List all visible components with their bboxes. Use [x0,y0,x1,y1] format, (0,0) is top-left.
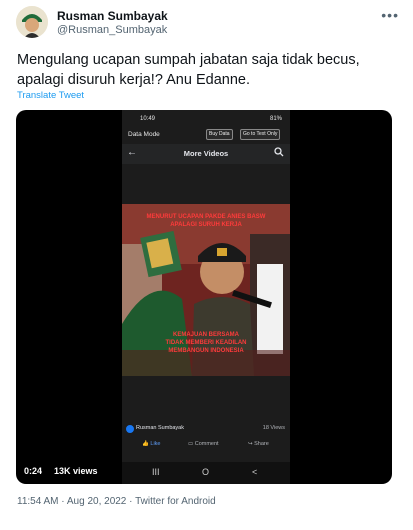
tweet-time[interactable]: 11:54 AM [17,496,59,507]
video-player[interactable]: 10:49 81% Data Mode Buy Data Go to Text … [16,110,392,484]
recent-apps-icon: III [152,467,160,477]
author-handle[interactable]: @Rusman_Sumbayak [57,24,167,36]
tweet-meta: 11:54 AM · Aug 20, 2022 · Twitter for An… [17,496,216,507]
phone-battery: 81% [269,116,282,122]
like-button: 👍 Like [142,441,160,447]
thumbs-up-icon: 👍 [142,441,149,447]
tweet-text: Mengulang ucapan sumpah jabatan saja tid… [17,50,402,90]
comment-label: Comment [194,441,219,447]
tweet-text-line: Mengulang ucapan sumpah jabatan saja tid… [17,52,360,68]
phone-time: 10:49 [140,116,156,122]
comment-icon: ▭ [188,441,194,447]
video-caption-bottom: KEMAJUAN BERSAMA [172,332,239,338]
poster-avatar [126,425,134,433]
more-videos-title: More Videos [183,149,229,158]
avatar[interactable] [16,6,48,38]
video-frame: MENURUT UCAPAN PAKDE ANIES BASW APALAGI … [122,204,290,376]
author-name[interactable]: Rusman Sumbayak [57,9,168,23]
tweet-text-line: apalagi disuruh kerja!? Anu Edanne. [17,72,250,88]
back-icon: < [252,467,258,477]
meta-separator: · [61,496,65,507]
poster-name: Rusman Sumbayak [136,425,184,431]
comment-button: ▭ Comment [188,441,219,447]
meta-separator: · [129,496,133,507]
view-count: 18 Views [262,425,285,431]
like-label: Like [150,441,161,447]
android-nav-bar: III O < [122,462,290,484]
phone-screen-recording: 10:49 81% Data Mode Buy Data Go to Text … [122,110,290,484]
share-icon: ↪ [248,441,253,447]
buy-data-button: Buy Data [206,129,233,140]
tweet-source: Twitter for Android [135,496,216,507]
share-label: Share [254,441,269,447]
video-caption-top: APALAGI SURUH KERJA [170,222,242,228]
phone-status-bar: 10:49 81% [122,110,290,126]
go-to-text-only-button: Go to Text Only [240,129,281,140]
ellipsis-icon[interactable]: ••• [381,7,399,23]
home-icon: O [202,467,210,477]
tweet-date[interactable]: Aug 20, 2022 [67,496,127,507]
fb-header: ← More Videos [122,144,290,164]
video-caption-bottom: MEMBANGUN INDONESIA [168,348,244,354]
avatar-image [16,6,48,38]
video-view-count: 13K views [54,466,98,476]
translate-tweet-link[interactable]: Translate Tweet [17,90,84,101]
share-button: ↪ Share [248,441,269,447]
video-caption-bottom: TIDAK MEMBERI KEADILAN [165,340,247,346]
fb-post-footer: Rusman Sumbayak 18 Views 👍 Like ▭ Commen… [122,422,290,462]
video-caption-top: MENURUT UCAPAN PAKDE ANIES BASW [146,214,266,220]
tweet: Rusman Sumbayak @Rusman_Sumbayak ••• Men… [0,0,413,530]
data-mode-label: Data Mode [128,131,160,138]
video-timestamp: 0:24 [24,466,43,476]
search-icon [274,147,284,157]
